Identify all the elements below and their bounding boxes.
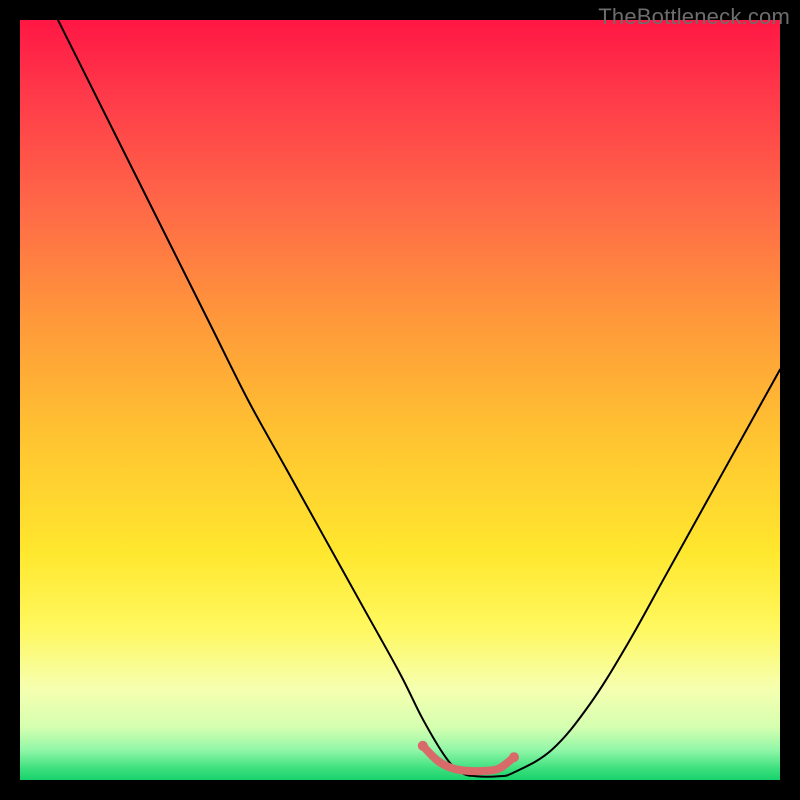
chart-frame: TheBottleneck.com [0, 0, 800, 800]
watermark-text: TheBottleneck.com [598, 4, 790, 30]
chart-svg [20, 20, 780, 780]
optimal-band-endpoint-left [418, 741, 428, 751]
chart-plot-area [20, 20, 780, 780]
chart-background-gradient [20, 20, 780, 780]
optimal-band-endpoint-right [509, 752, 519, 762]
